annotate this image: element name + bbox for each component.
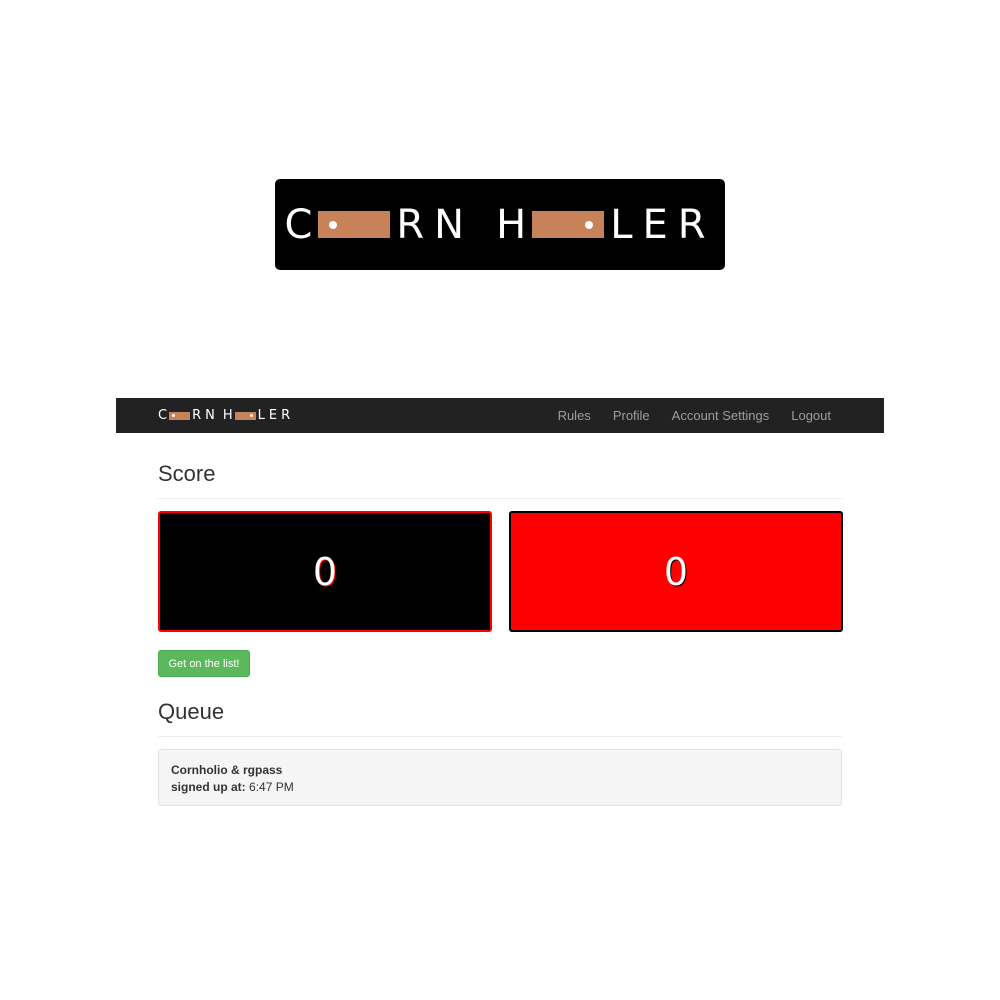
queue-entry-signup-line: signed up at: 6:47 PM — [171, 779, 829, 796]
navbar: C RN H LER Rules Profile Account Setting… — [116, 398, 884, 433]
brand-letter-h: H — [222, 408, 233, 423]
logo-letters-rn: RN — [396, 201, 475, 248]
queue-entry-names: Cornholio & rgpass — [171, 763, 283, 777]
score-box-right[interactable]: 0 — [509, 511, 843, 632]
score-right-value: 0 — [663, 549, 689, 594]
signed-up-time: 6:47 PM — [249, 780, 294, 794]
get-on-list-button[interactable]: Get on the list! — [158, 650, 250, 677]
queue-divider — [158, 736, 842, 737]
cornhole-board-icon — [318, 211, 391, 238]
queue-heading: Queue — [158, 699, 225, 724]
logo-wordmark: C RN H LER — [284, 205, 715, 245]
queue-entry: Cornholio & rgpass signed up at: 6:47 PM — [158, 749, 842, 806]
brand-letters-rn: RN — [192, 408, 219, 423]
nav-links: Rules Profile Account Settings Logout — [536, 398, 831, 433]
signed-up-label: signed up at: — [171, 780, 246, 794]
navbar-brand[interactable]: C RN H LER — [158, 398, 294, 433]
logo-letter-h: H — [496, 201, 527, 248]
nav-link-rules[interactable]: Rules — [558, 408, 591, 423]
score-box-left[interactable]: 0 — [158, 511, 492, 632]
score-divider — [158, 498, 842, 499]
nav-link-profile[interactable]: Profile — [613, 408, 650, 423]
brand-letters-ler: LER — [257, 408, 295, 423]
cornhole-board-icon — [169, 411, 191, 420]
nav-link-account-settings[interactable]: Account Settings — [672, 408, 770, 423]
cornhole-board-icon — [234, 411, 256, 420]
nav-link-logout[interactable]: Logout — [791, 408, 831, 423]
brand-letter-c: C — [158, 408, 168, 423]
logo-letter-c: C — [284, 201, 313, 248]
logo-letters-ler: LER — [610, 201, 716, 248]
score-heading: Score — [158, 461, 216, 486]
score-left-value: 0 — [312, 549, 338, 594]
cornhole-board-icon — [532, 211, 605, 238]
hero-logo: C RN H LER — [275, 179, 725, 270]
